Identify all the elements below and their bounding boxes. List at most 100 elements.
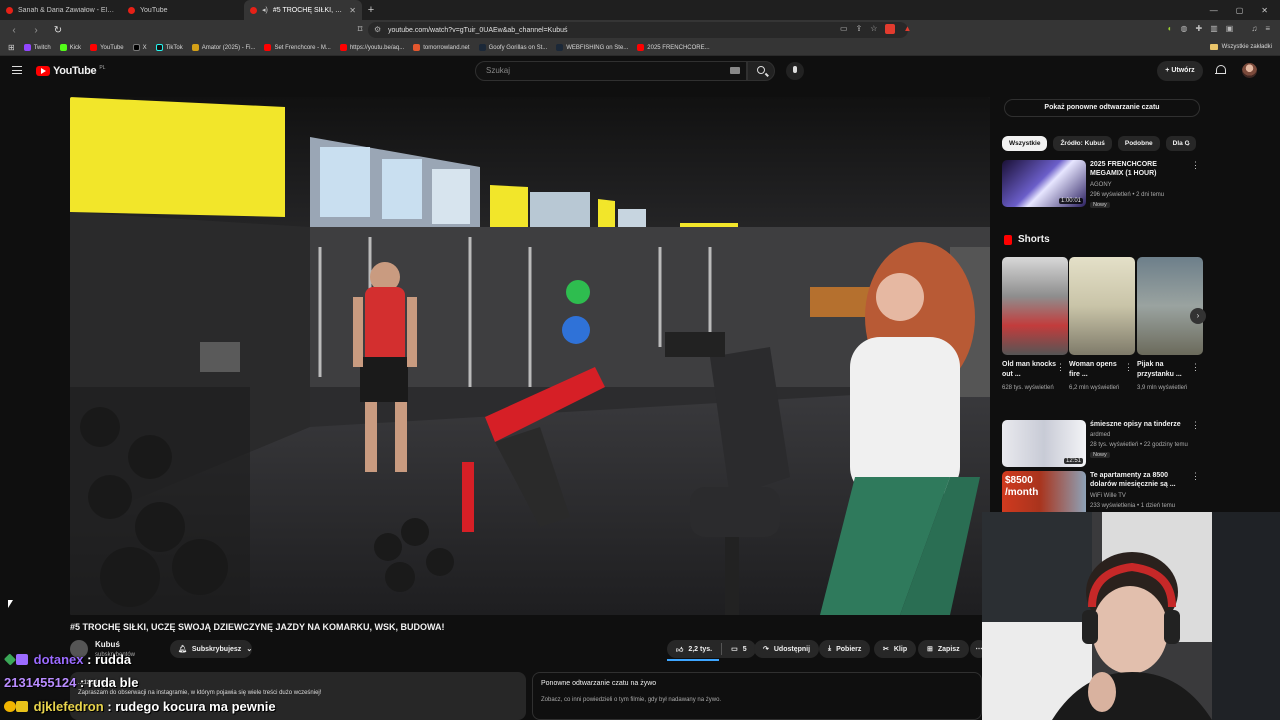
address-bar[interactable]: ⚙ youtube.com/watch?v=gTuir_0UAEw&ab_cha… bbox=[368, 22, 908, 38]
bookmark-item[interactable]: WEBFISHING on Ste... bbox=[556, 44, 628, 51]
show-chat-replay-button[interactable]: Pokaż ponowne odtwarzanie czatu bbox=[1004, 99, 1200, 117]
browser-tab-2[interactable]: YouTube bbox=[122, 0, 244, 20]
rec-channel[interactable]: AGONY bbox=[1090, 182, 1112, 188]
site-info-icon[interactable]: ⚙ bbox=[374, 25, 381, 34]
share-button[interactable]: ↷ Udostępnij bbox=[754, 640, 820, 658]
download-button[interactable]: ⤓ Pobierz bbox=[819, 640, 871, 658]
bookmarks-bar: ⊞ Twitch Kick YouTube X TikTok Amator (2… bbox=[0, 40, 1280, 56]
video-thumbnail[interactable]: 12:51 bbox=[1002, 420, 1086, 467]
bell-icon: 🔔︎ bbox=[178, 646, 187, 653]
puzzle-icon[interactable]: ✚ bbox=[1196, 24, 1203, 33]
save-button[interactable]: ⊞ Zapisz bbox=[918, 640, 969, 658]
chip-all[interactable]: Wszystkie bbox=[1002, 136, 1048, 151]
more-vert-icon[interactable]: ⋮ bbox=[1191, 362, 1200, 373]
recommended-video[interactable]: 12:51 śmieszne opisy na tinderze ardmed … bbox=[1002, 420, 1202, 468]
chat-replay-panel[interactable]: Ponowne odtwarzanie czatu na żywo Zobacz… bbox=[532, 672, 982, 720]
video-thumbnail[interactable]: 1:00:01 bbox=[1002, 160, 1086, 207]
chip-for-you[interactable]: Dla C bbox=[1165, 136, 1197, 151]
brave-shield-icon[interactable] bbox=[885, 24, 896, 34]
more-vert-icon[interactable]: ⋮ bbox=[1056, 362, 1065, 373]
search-button[interactable] bbox=[747, 61, 775, 81]
cast-icon[interactable]: ▭ bbox=[840, 24, 848, 34]
short-title[interactable]: Woman opens fire ... bbox=[1069, 360, 1125, 380]
bookmark-item[interactable]: TikTok bbox=[155, 44, 183, 51]
guide-menu-icon[interactable] bbox=[12, 66, 22, 74]
rewards-icon[interactable]: ▲ bbox=[903, 24, 911, 34]
chip-related[interactable]: Podobne bbox=[1117, 136, 1160, 151]
more-vert-icon[interactable]: ⋮ bbox=[1191, 420, 1200, 431]
bookmark-icon[interactable]: ⌑ bbox=[354, 24, 366, 35]
subscribed-button[interactable]: 🔔︎ Subskrybujesz ⌄ bbox=[170, 640, 252, 658]
more-vert-icon[interactable]: ⋮ bbox=[1124, 362, 1133, 373]
close-window-icon[interactable]: ✕ bbox=[1261, 6, 1268, 15]
menu-icon[interactable]: ≡ bbox=[1265, 24, 1270, 33]
recommended-video[interactable]: 1:00:01 2025 FRENCHCORE MEGAMIX (1 HOUR)… bbox=[1002, 160, 1202, 208]
rec-title[interactable]: Te apartamenty za 8500 dolarów miesięczn… bbox=[1090, 471, 1192, 489]
browser-tab-active[interactable]: ◂) #5 TROCHĘ SIŁKI, UCZĘ SWO... ✕ bbox=[244, 0, 362, 20]
back-icon[interactable]: ‹ bbox=[8, 25, 20, 36]
account-avatar[interactable] bbox=[1242, 63, 1257, 78]
channel-name[interactable]: Kubuś bbox=[95, 640, 120, 649]
bookmark-item[interactable]: Goofy Gorillas on St... bbox=[478, 44, 547, 51]
keyboard-icon[interactable] bbox=[730, 67, 740, 74]
clip-button[interactable]: ✂ Klip bbox=[874, 640, 917, 658]
apps-icon[interactable]: ⊞ bbox=[8, 43, 15, 52]
short-views: 6,2 mln wyświetleń bbox=[1069, 385, 1120, 391]
bookmark-item[interactable]: YouTube bbox=[90, 44, 124, 51]
bookmark-item[interactable]: tomorrowland.net bbox=[413, 44, 470, 51]
vpn-icon[interactable]: ◍ bbox=[1181, 24, 1188, 33]
bookmark-item[interactable]: X bbox=[132, 44, 147, 51]
extension-icon[interactable]: ◐ bbox=[1168, 24, 1173, 33]
short-thumbnail[interactable] bbox=[1002, 257, 1068, 355]
voice-search-icon[interactable] bbox=[786, 62, 804, 80]
gym-video-frame bbox=[70, 97, 990, 615]
short-title[interactable]: Pijak na przystanku ... bbox=[1137, 360, 1193, 380]
more-vert-icon[interactable]: ⋮ bbox=[1191, 160, 1200, 171]
duration-badge: 1:00:01 bbox=[1058, 198, 1083, 204]
rec-channel[interactable]: ardmed bbox=[1090, 432, 1110, 438]
reload-icon[interactable]: ↻ bbox=[52, 25, 64, 36]
short-title[interactable]: Old man knocks out ... bbox=[1002, 360, 1058, 380]
rec-title[interactable]: 2025 FRENCHCORE MEGAMIX (1 HOUR) bbox=[1090, 160, 1192, 178]
bookmark-item[interactable]: https://youtu.be/aq... bbox=[339, 44, 404, 51]
sidebar-icon[interactable]: ▥ bbox=[1210, 24, 1218, 33]
youtube-logo[interactable]: YouTube PL bbox=[36, 65, 105, 77]
new-tab-button[interactable]: + bbox=[362, 4, 380, 16]
like-count[interactable]: 2,2 tys. bbox=[688, 646, 712, 653]
rec-title[interactable]: śmieszne opisy na tinderze bbox=[1090, 420, 1192, 429]
rec-channel[interactable]: WiFi Wille TV bbox=[1090, 493, 1126, 499]
bookmark-item[interactable]: Twitch bbox=[23, 44, 51, 51]
forward-icon[interactable]: › bbox=[30, 25, 42, 36]
video-player[interactable] bbox=[70, 97, 990, 615]
bookmark-item[interactable]: Kick bbox=[59, 44, 82, 51]
browser-tab-1[interactable]: Sanah & Daria Zawiałow - Eldorado bbox=[0, 0, 122, 20]
comment-count[interactable]: 5 bbox=[743, 646, 747, 653]
bookmark-label: Kick bbox=[69, 44, 82, 51]
shorts-next-icon[interactable]: › bbox=[1190, 308, 1206, 324]
maximize-icon[interactable]: ▢ bbox=[1236, 6, 1244, 15]
create-button[interactable]: + Utwórz bbox=[1157, 61, 1203, 81]
search-input[interactable]: Szukaj bbox=[475, 61, 747, 81]
star-icon[interactable]: ☆ bbox=[870, 24, 877, 34]
description-text: Zapraszam do obserwacji na instagramie, … bbox=[78, 690, 322, 696]
steam-icon bbox=[556, 44, 564, 51]
thumbs-up-icon[interactable]: 👍︎ bbox=[676, 645, 683, 654]
media-icon[interactable]: ♫ bbox=[1251, 24, 1257, 33]
bookmark-item[interactable]: Set Frenchcore - M... bbox=[264, 44, 331, 51]
short-thumbnail[interactable] bbox=[1069, 257, 1135, 355]
comment-icon[interactable]: ▭ bbox=[731, 645, 738, 653]
video-thumbnail[interactable]: $8500 /month bbox=[1002, 471, 1086, 518]
minimize-icon[interactable]: — bbox=[1210, 6, 1218, 15]
all-bookmarks[interactable]: Wszystkie zakładki bbox=[1209, 44, 1272, 50]
short-thumbnail[interactable] bbox=[1137, 257, 1203, 355]
notifications-bell-icon[interactable] bbox=[1215, 65, 1226, 76]
chevron-right-icon[interactable]: › bbox=[1187, 138, 1190, 148]
bookmark-item[interactable]: 2025 FRENCHCORE... bbox=[637, 44, 710, 51]
wallet-icon[interactable]: ▣ bbox=[1226, 24, 1234, 33]
share-icon[interactable]: ⇪ bbox=[856, 24, 863, 34]
bookmark-item[interactable]: Amator (2025) - Fi... bbox=[191, 44, 255, 51]
twitch-icon bbox=[23, 44, 31, 51]
tab-close-icon[interactable]: ✕ bbox=[349, 6, 356, 15]
chip-from-channel[interactable]: Źródło: Kubuś bbox=[1053, 136, 1112, 151]
more-vert-icon[interactable]: ⋮ bbox=[1191, 471, 1200, 482]
